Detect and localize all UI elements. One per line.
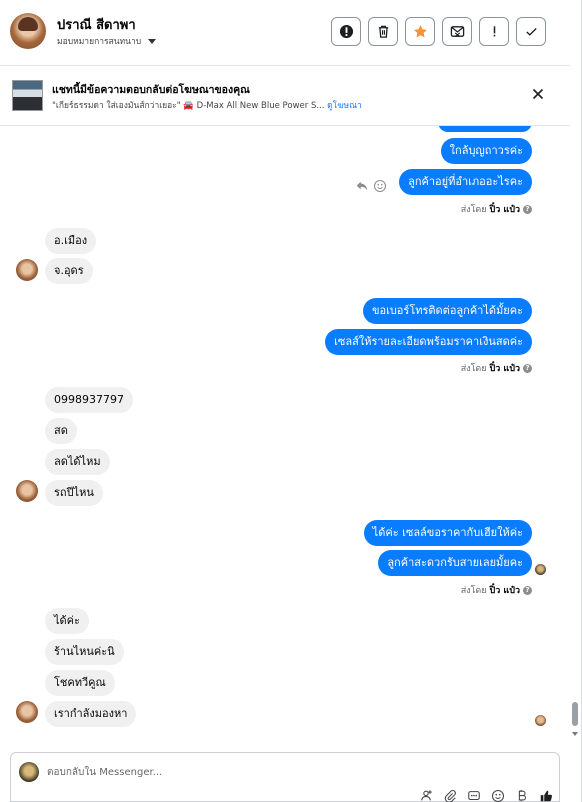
reply-input[interactable] (47, 763, 367, 781)
follow-up-button[interactable] (479, 17, 509, 46)
delete-button[interactable] (368, 17, 398, 46)
message-thread[interactable]: ใกล้บุญถาวรค่ะ ลูกค้าอยู่ที่อำเภออะไรคะ … (0, 126, 570, 750)
close-icon[interactable] (530, 86, 546, 102)
sent-by-prefix: ส่งโดย (460, 364, 487, 374)
message-bubble-outgoing[interactable]: เซลส์ให้รายละเอียดพร้อมราคาเงินสดค่ะ (325, 329, 532, 355)
message-bubble-outgoing[interactable]: ลูกค้าสะดวกรับสายเลยมั้ยคะ (378, 550, 532, 576)
add-contact-icon[interactable] (419, 789, 433, 802)
reply-icon[interactable] (355, 179, 369, 193)
sent-by-prefix: ส่งโดย (460, 586, 487, 596)
contact-avatar-small (16, 480, 38, 502)
sent-by-name: ปิ๋ว แป๋ว (489, 205, 520, 215)
message-bubble-incoming[interactable]: โชคทวีคูณ (45, 670, 115, 696)
view-ad-link[interactable]: ดูโฆษณา (327, 101, 362, 111)
seen-avatar (535, 715, 546, 726)
spam-button[interactable] (331, 17, 361, 46)
thumbs-up-icon[interactable] (539, 789, 553, 802)
assign-label: มอบหมายการสนทนาบ (57, 37, 142, 47)
ad-banner-title: แชทนี้มีข้อความตอบกลับต่อโฆษณาของคุณ (52, 84, 250, 96)
sent-by-name: ปิ๋ว แป๋ว (489, 586, 520, 596)
message-bubble-incoming[interactable]: เรากำลังมองหา (45, 701, 137, 727)
done-button[interactable] (516, 17, 546, 46)
message-bubble-outgoing[interactable]: ใกล้บุญถาวรค่ะ (440, 138, 532, 164)
message-bubble-incoming[interactable]: อ.เมือง (45, 228, 97, 254)
emoji-icon[interactable] (373, 179, 387, 193)
composer-toolbar (419, 789, 553, 802)
message-bubble-incoming[interactable]: ลดได้ไหม (45, 449, 110, 475)
message-actions (355, 179, 387, 193)
messenger-conversation-panel: ปราณี สีดาพา มอบหมายการสนทนาบ แชทนี้มีข้… (0, 0, 582, 802)
assign-conversation-dropdown[interactable]: มอบหมายการสนทนาบ (57, 34, 157, 48)
message-bubble-outgoing[interactable]: ขอเบอร์โทรติดต่อลูกค้าได้มั้ยคะ (362, 298, 532, 324)
reply-composer (10, 752, 560, 802)
page-avatar (19, 762, 39, 782)
contact-name[interactable]: ปราณี สีดาพา (57, 14, 136, 35)
contact-avatar[interactable] (10, 13, 46, 49)
sent-by-label: ส่งโดย ปิ๋ว แป๋ว ? (461, 361, 532, 375)
message-bubble-incoming[interactable]: รถปีไหน (45, 480, 103, 506)
exclamation-icon (493, 26, 495, 37)
message-bubble-incoming[interactable]: ได้ค่ะ (45, 608, 89, 634)
message-bubble-outgoing[interactable]: ลูกค้าอยู่ที่อำเภออะไรคะ (399, 169, 532, 195)
star-button[interactable] (405, 17, 435, 46)
contact-avatar-small (16, 701, 38, 723)
info-icon[interactable]: ? (523, 585, 532, 595)
star-icon (413, 25, 427, 38)
ad-thumbnail[interactable] (12, 80, 43, 111)
currency-icon[interactable] (515, 789, 529, 802)
alert-octagon-icon (339, 24, 353, 39)
sent-by-label: ส่งโดย ปิ๋ว แป๋ว ? (461, 202, 532, 216)
header-actions (331, 17, 546, 46)
seen-avatar (535, 564, 546, 575)
contact-avatar-small (16, 259, 38, 281)
check-icon (525, 28, 537, 36)
trash-icon (378, 25, 388, 38)
info-icon[interactable]: ? (523, 204, 532, 214)
message-bubble-incoming[interactable]: สด (45, 418, 77, 444)
envelope-x-icon (450, 26, 464, 38)
message-bubble-incoming[interactable]: 0998937797 (45, 387, 133, 413)
ad-reply-banner: แชทนี้มีข้อความตอบกลับต่อโฆษณาของคุณ "เก… (0, 66, 570, 126)
attach-icon[interactable] (443, 789, 457, 802)
ad-caption: "เกียร์ธรรมดา ใส่เองมันส์กว่าเยอะ" 🚘 D-M… (52, 101, 325, 111)
message-bubble-incoming[interactable]: ร้านไหนค่ะนิ (45, 639, 124, 665)
sent-by-label: ส่งโดย ปิ๋ว แป๋ว ? (461, 583, 532, 597)
message-bubble-outgoing-clipped[interactable] (438, 126, 532, 132)
sent-by-prefix: ส่งโดย (460, 205, 487, 215)
scrollbar-thumb[interactable] (572, 702, 578, 726)
sent-by-name: ปิ๋ว แป๋ว (489, 364, 520, 374)
emoji-icon[interactable] (491, 789, 505, 802)
message-bubble-incoming[interactable]: จ.อุดร (45, 258, 93, 284)
message-bubble-outgoing[interactable]: ได้ค่ะ เซลล์ขอราคากับเฮียให้ค่ะ (363, 520, 532, 546)
scrollbar[interactable] (569, 126, 581, 750)
ad-banner-subtitle: "เกียร์ธรรมดา ใส่เองมันส์กว่าเยอะ" 🚘 D-M… (52, 98, 362, 112)
info-icon[interactable]: ? (523, 363, 532, 373)
mark-unread-button[interactable] (442, 17, 472, 46)
caret-down-icon (148, 38, 157, 44)
conversation-header: ปราณี สีดาพา มอบหมายการสนทนาบ (0, 0, 570, 66)
saved-reply-icon[interactable] (467, 789, 481, 802)
scroll-down-arrow[interactable] (572, 732, 578, 736)
